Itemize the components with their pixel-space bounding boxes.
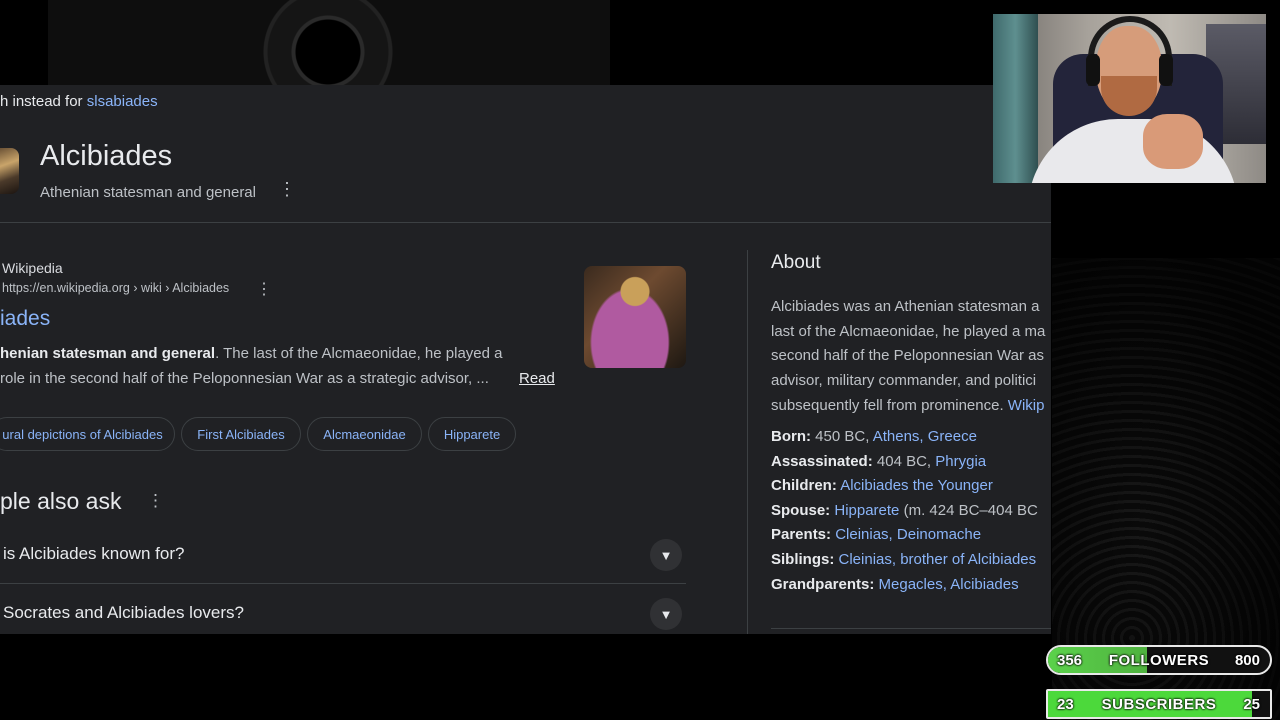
subscribers-label: SUBSCRIBERS [1101, 695, 1217, 713]
fact-grandparents: Grandparents: Megacles, Alcibiades [771, 573, 1051, 598]
fact-key: Siblings: [771, 550, 835, 568]
fact-key: Grandparents: [771, 575, 875, 593]
about-description: Alcibiades was an Athenian statesman a l… [771, 295, 1051, 419]
about-facts: Born: 450 BC, Athens, Greece Assassinate… [771, 425, 1051, 597]
snippet-line-2: role in the second half of the Peloponne… [0, 370, 489, 387]
browser-search-panel: h instead for slsabiades Alcibiades Athe… [0, 85, 1051, 634]
fact-link[interactable]: Megacles, Alcibiades [879, 576, 1019, 593]
fact-value: 450 BC, [815, 428, 873, 445]
snippet-line-1: . The last of the Alcmaeonidae, he playe… [215, 345, 503, 362]
webcam-overlay [993, 14, 1266, 183]
webcam-headset-cup [1086, 54, 1100, 86]
question-text: Socrates and Alcibiades lovers? [3, 603, 244, 622]
fact-spouse: Spouse: Hipparete (m. 424 BC–404 BC [771, 499, 1051, 524]
fact-value: 404 BC, [876, 452, 936, 470]
fact-key: Spouse: [771, 501, 831, 519]
about-line: second half of the Peloponnesian War as [771, 347, 1044, 365]
read-more-link[interactable]: Read [519, 366, 555, 391]
about-heading: About [771, 252, 821, 273]
fact-key: Parents: [771, 526, 832, 544]
knowledge-panel-title: Alcibiades [40, 140, 173, 172]
followers-goal-bar: 356 FOLLOWERS 800 [1046, 645, 1272, 675]
webcam-headset-cup [1159, 54, 1173, 86]
more-options-icon[interactable]: ⋮ [278, 180, 296, 198]
about-line: subsequently fell from prominence. [771, 396, 1004, 414]
divider [0, 222, 1051, 223]
fact-siblings: Siblings: Cleinias, brother of Alcibiade… [771, 548, 1051, 573]
column-divider [747, 250, 748, 634]
fact-link[interactable]: Phrygia [935, 453, 986, 470]
chip-alcmaeonidae[interactable]: Alcmaeonidae [307, 417, 422, 451]
fact-assassinated: Assassinated: 404 BC, Phrygia [771, 450, 1051, 475]
result-image[interactable] [584, 266, 686, 368]
fact-link[interactable]: Alcibiades the Younger [840, 477, 993, 494]
chip-hipparete[interactable]: Hipparete [428, 417, 516, 451]
result-source-name: Wikipedia [2, 260, 63, 276]
paa-question[interactable]: is Alcibiades known for? ▼ [0, 526, 686, 584]
spelling-suggestion: h instead for slsabiades [0, 93, 158, 110]
result-url: https://en.wikipedia.org › wiki › Alcibi… [2, 281, 230, 295]
subscribers-goal-bar: 23 SUBSCRIBERS 25 [1046, 689, 1272, 719]
paa-options-icon[interactable]: ⋮ [147, 491, 164, 511]
chip-first-alcibiades[interactable]: First Alcibiades [181, 417, 301, 451]
webcam-hand [1143, 114, 1203, 169]
about-line: Alcibiades was an Athenian statesman a [771, 298, 1040, 315]
spelling-link[interactable]: slsabiades [87, 93, 158, 110]
fact-key: Born: [771, 428, 811, 445]
fact-key: Assassinated: [771, 452, 873, 470]
snippet-bold: henian statesman and general [0, 345, 216, 362]
fact-value: (m. 424 BC–404 BC [899, 501, 1038, 519]
result-options-icon[interactable]: ⋮ [256, 279, 272, 299]
people-also-ask-heading: ple also ask [0, 488, 122, 514]
wikipedia-link[interactable]: Wikip [1008, 397, 1045, 414]
spelling-prefix: h instead for [0, 93, 83, 110]
fact-link[interactable]: Cleinias, Deinomache [835, 526, 981, 543]
knowledge-panel-subtitle: Athenian statesman and general [40, 184, 256, 201]
fact-children: Children: Alcibiades the Younger [771, 474, 1051, 499]
chevron-down-icon[interactable]: ▼ [650, 539, 682, 571]
fact-link[interactable]: Athens, Greece [873, 428, 977, 445]
chevron-down-icon[interactable]: ▼ [650, 598, 682, 630]
about-line: advisor, military commander, and politic… [771, 372, 1037, 390]
fact-parents: Parents: Cleinias, Deinomache [771, 523, 1051, 548]
webcam-curtain [993, 14, 1038, 183]
fact-born: Born: 450 BC, Athens, Greece [771, 425, 1051, 450]
result-title-link[interactable]: iades [0, 307, 50, 331]
fact-link[interactable]: Hipparete [834, 502, 899, 519]
fact-link[interactable]: Cleinias, brother of Alcibiades [839, 551, 1037, 568]
fact-key: Children: [771, 477, 837, 495]
stream-background-top [48, 0, 610, 86]
knowledge-panel-thumbnail[interactable] [0, 148, 19, 194]
question-text: is Alcibiades known for? [3, 544, 185, 563]
chip-depictions[interactable]: ural depictions of Alcibiades [0, 417, 175, 451]
subscribers-target: 25 [1243, 695, 1260, 713]
about-line: last of the Alcmaeonidae, he played a ma [771, 322, 1046, 340]
paa-question[interactable]: Socrates and Alcibiades lovers? ▼ [0, 585, 686, 634]
followers-target: 800 [1234, 651, 1260, 669]
result-snippet: henian statesman and general. The last o… [0, 341, 580, 391]
divider [771, 628, 1051, 629]
